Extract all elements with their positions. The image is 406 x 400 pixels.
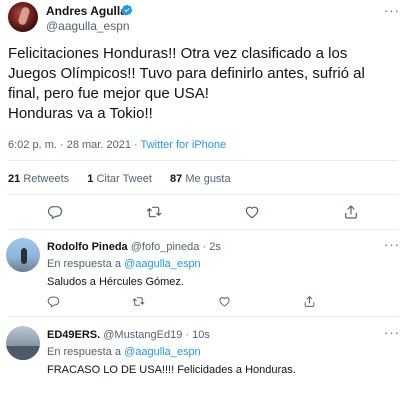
avatar[interactable] — [6, 326, 40, 360]
avatar[interactable] — [8, 2, 38, 32]
meta-separator: · — [134, 139, 138, 151]
likes-count: 87 — [170, 173, 183, 185]
reply-tweet[interactable]: ED49ERS. @MustangEd19 · 10s ··· En respu… — [0, 318, 406, 400]
tweet-text-line: final, pero fue mejor que USA! — [8, 85, 209, 102]
reply-separator: · — [202, 241, 207, 253]
retweets-count: 21 — [8, 173, 21, 185]
tweet-stats: 21 Retweets 1 Citar Tweet 87 Me gusta — [8, 172, 231, 186]
more-icon[interactable]: ··· — [384, 326, 400, 339]
reply-time[interactable]: 10s — [192, 329, 210, 341]
avatar[interactable] — [6, 238, 40, 272]
quotes-label: Citar Tweet — [96, 173, 152, 185]
in-reply-label: En respuesta a — [47, 258, 121, 270]
heart-icon[interactable] — [244, 204, 260, 220]
tweet-thread: Andres Agulla @aagulla_espn ··· Felicita… — [0, 0, 406, 400]
reply-text: FRACASO LO DE USA!!!! Felicidades a Hond… — [47, 364, 296, 376]
divider — [8, 316, 398, 317]
divider — [8, 194, 398, 195]
tweet-source[interactable]: Twitter for iPhone — [141, 139, 227, 151]
quotes-count: 1 — [87, 173, 94, 185]
in-reply-to: En respuesta a @aagulla_espn — [47, 345, 201, 359]
in-reply-to: En respuesta a @aagulla_espn — [47, 257, 201, 271]
divider — [8, 160, 398, 161]
tweet-actions — [0, 204, 406, 222]
tweet-time[interactable]: 6:02 p. m. — [8, 139, 57, 151]
more-icon[interactable]: ··· — [384, 4, 400, 17]
tweet-date[interactable]: 28 mar. 2021 — [67, 139, 131, 151]
mention-link[interactable]: @aagulla_espn — [124, 346, 201, 358]
tweet-text-line: Felicitaciones Honduras!! Otra vez clasi… — [8, 45, 348, 62]
reply-tweet[interactable]: Rodolfo Pineda @fofo_pineda · 2s ··· En … — [0, 230, 406, 312]
reply-author-line: ED49ERS. @MustangEd19 · 10s — [47, 328, 210, 342]
verified-badge-icon — [121, 4, 133, 16]
author-name[interactable]: Andres Agulla — [46, 4, 127, 18]
reply-actions — [0, 295, 406, 309]
tweet-text-line: Juegos Olímpicos!! Tuvo para definirlo a… — [8, 65, 365, 82]
tweet-text: Felicitaciones Honduras!! Otra vez clasi… — [8, 44, 398, 124]
meta-separator: · — [59, 139, 64, 151]
likes-stat[interactable]: 87 Me gusta — [170, 173, 231, 185]
reply-author-handle[interactable]: @fofo_pineda — [131, 241, 200, 253]
mention-link[interactable]: @aagulla_espn — [124, 258, 201, 270]
more-icon[interactable]: ··· — [384, 238, 400, 251]
likes-label: Me gusta — [185, 173, 231, 185]
retweets-stat[interactable]: 21 Retweets — [8, 173, 69, 185]
heart-icon[interactable] — [218, 295, 231, 308]
tweet-header: Andres Agulla @aagulla_espn ··· — [0, 0, 406, 42]
author-handle[interactable]: @aagulla_espn — [46, 19, 130, 33]
reply-author-handle[interactable]: @MustangEd19 — [103, 329, 182, 341]
reply-separator: · — [185, 329, 190, 341]
retweet-icon[interactable] — [146, 204, 162, 220]
share-icon[interactable] — [343, 204, 359, 220]
reply-icon[interactable] — [47, 295, 60, 308]
reply-author-name[interactable]: ED49ERS. — [47, 329, 100, 341]
quotes-stat[interactable]: 1 Citar Tweet — [87, 173, 152, 185]
retweets-label: Retweets — [23, 173, 70, 185]
reply-time[interactable]: 2s — [209, 241, 221, 253]
reply-text: Saludos a Hércules Gómez. — [47, 276, 184, 288]
tweet-meta: 6:02 p. m. · 28 mar. 2021 · Twitter for … — [8, 138, 226, 152]
in-reply-label: En respuesta a — [47, 346, 121, 358]
share-icon[interactable] — [303, 295, 316, 308]
reply-author-line: Rodolfo Pineda @fofo_pineda · 2s — [47, 240, 221, 254]
reply-author-name[interactable]: Rodolfo Pineda — [47, 241, 128, 253]
tweet-text-line: Honduras va a Tokio!! — [8, 105, 153, 122]
retweet-icon[interactable] — [132, 295, 145, 308]
reply-icon[interactable] — [47, 204, 63, 220]
